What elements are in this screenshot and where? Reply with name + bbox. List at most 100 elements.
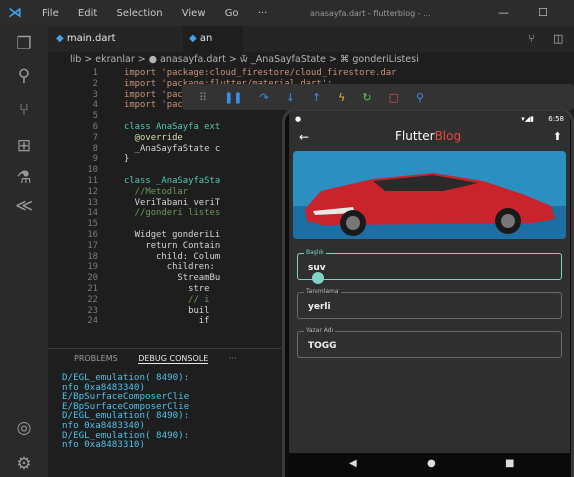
line-number: 14 xyxy=(87,208,98,219)
search-icon[interactable]: ⚲ xyxy=(12,64,36,88)
nav-back-icon[interactable]: ◀ xyxy=(349,458,357,469)
line-number: 20 xyxy=(87,273,98,284)
menu-more[interactable]: ··· xyxy=(258,8,268,19)
line-number: 17 xyxy=(87,240,98,251)
line-number: 5 xyxy=(92,111,98,122)
title-field[interactable]: Başlık suv xyxy=(297,249,562,284)
line-number: 7 xyxy=(92,132,98,143)
line-number: 19 xyxy=(87,262,98,273)
step-over-icon[interactable]: ↷ xyxy=(260,91,269,104)
tab-anasayfa-dart[interactable]: ◆ an xyxy=(183,26,243,52)
flutter-icon[interactable]: ≪ xyxy=(12,194,36,218)
hot-reload-icon[interactable]: ϟ xyxy=(338,91,345,104)
nav-recents-icon[interactable]: ■ xyxy=(505,458,514,469)
phone-status-bar: ● 6:58 ▾◢▮ xyxy=(289,111,570,127)
back-arrow-icon[interactable]: ← xyxy=(299,130,309,144)
code-text: class AnaSayfa ext xyxy=(124,121,221,132)
car-image-svg xyxy=(293,151,566,239)
code-text: class _AnaSayfaSta xyxy=(124,175,221,186)
app-bar: ← FlutterBlog ⬆ xyxy=(289,127,570,149)
step-into-icon[interactable]: ↓ xyxy=(286,91,295,104)
line-number: 2 xyxy=(92,78,98,89)
window-title: anasayfa.dart - flutterblog - ... xyxy=(310,8,431,18)
drag-handle-icon[interactable]: ⠿ xyxy=(199,91,207,104)
code-text: Widget gonderiLi xyxy=(124,229,221,240)
tab-label: main.dart xyxy=(66,33,116,44)
tab-problems[interactable]: PROBLEMS xyxy=(74,354,118,363)
line-number: 11 xyxy=(87,175,98,186)
author-field-value: TOGG xyxy=(308,341,337,351)
menu-file[interactable]: File xyxy=(42,8,59,19)
stop-icon[interactable]: □ xyxy=(389,91,399,104)
breadcrumb[interactable]: lib > ekranlar > ● anasayfa.dart > 🝃 _An… xyxy=(48,52,574,68)
line-number: 3 xyxy=(92,89,98,100)
status-time: 6:58 xyxy=(548,115,564,123)
tab-more[interactable]: ··· xyxy=(229,354,237,363)
line-number: 16 xyxy=(87,229,98,240)
upload-icon[interactable]: ⬆ xyxy=(553,130,562,143)
line-number: 1 xyxy=(92,68,98,78)
testing-icon[interactable]: ⚗ xyxy=(12,166,36,190)
title-bar: ⋊ File Edit Selection View Go ··· anasay… xyxy=(0,0,574,26)
code-text: buil xyxy=(124,305,210,316)
author-field[interactable]: Yazar Adı TOGG xyxy=(297,327,562,358)
app-title-part2: Blog xyxy=(434,129,462,143)
code-text: //gonderi listes xyxy=(124,208,221,219)
code-text: //Metodlar xyxy=(124,186,189,197)
line-number: 10 xyxy=(87,165,98,176)
devtools-search-icon[interactable]: ⚲ xyxy=(416,91,424,104)
line-number: 15 xyxy=(87,219,98,230)
settings-gear-icon[interactable]: ⚙ xyxy=(12,452,36,476)
line-number: 4 xyxy=(92,100,98,111)
split-editor-icon[interactable]: ⑂ xyxy=(528,26,535,52)
description-field[interactable]: Tanımlama yerli xyxy=(297,288,562,319)
menu-view[interactable]: View xyxy=(182,8,206,19)
minimize-icon[interactable]: — xyxy=(498,6,509,19)
tab-label: an xyxy=(199,33,213,44)
source-control-icon[interactable]: ⑂ xyxy=(12,98,36,122)
author-field-label: Yazar Adı xyxy=(304,327,336,334)
code-text: // i xyxy=(124,294,210,305)
restart-icon[interactable]: ↻ xyxy=(362,91,371,104)
line-number: 22 xyxy=(87,294,98,305)
phone-screen: ● 6:58 ▾◢▮ ← FlutterBlog ⬆ Başlık suv Ta… xyxy=(289,111,570,477)
code-line[interactable]: 1 import 'package:cloud_firestore/cloud_f… xyxy=(48,68,574,79)
line-number: 12 xyxy=(87,186,98,197)
line-number: 23 xyxy=(87,305,98,316)
maximize-icon[interactable]: ☐ xyxy=(538,6,548,19)
app-title: FlutterBlog xyxy=(395,129,461,143)
account-icon[interactable]: ◎ xyxy=(12,416,36,440)
description-field-value: yerli xyxy=(308,302,331,312)
extensions-icon[interactable]: ⊞ xyxy=(12,134,36,158)
tab-debug-console[interactable]: DEBUG CONSOLE xyxy=(138,354,209,364)
code-text: VeriTabani veriT xyxy=(124,197,221,208)
title-field-label: Başlık xyxy=(304,249,326,256)
phone-nav-bar: ◀ ● ■ xyxy=(289,453,570,477)
vscode-logo-icon: ⋊ xyxy=(8,5,22,21)
menu-edit[interactable]: Edit xyxy=(78,8,97,19)
code-text: stre xyxy=(124,283,210,294)
code-text: import 'package:cloud_firestore/cloud_fi… xyxy=(124,68,397,78)
line-number: 9 xyxy=(92,154,98,165)
line-number: 13 xyxy=(87,197,98,208)
app-title-part1: Flutter xyxy=(395,129,435,143)
dart-file-icon: ◆ xyxy=(189,33,197,44)
nav-home-icon[interactable]: ● xyxy=(427,458,436,469)
step-out-icon[interactable]: ↑ xyxy=(312,91,321,104)
tab-main-dart[interactable]: ◆ main.dart xyxy=(56,26,180,52)
explorer-icon[interactable]: ❐ xyxy=(12,32,36,56)
android-emulator: ● 6:58 ▾◢▮ ← FlutterBlog ⬆ Başlık suv Ta… xyxy=(282,108,574,477)
code-text: StreamBu xyxy=(124,273,221,284)
code-text: children: xyxy=(124,262,215,273)
code-text: return Contain xyxy=(124,240,221,251)
line-number: 21 xyxy=(87,283,98,294)
pause-icon[interactable]: ❚❚ xyxy=(224,91,242,104)
layout-icon[interactable]: ◫ xyxy=(553,26,563,52)
code-text: if xyxy=(124,316,210,327)
menu-selection[interactable]: Selection xyxy=(116,8,162,19)
menu-go[interactable]: Go xyxy=(225,8,239,19)
code-text: @override xyxy=(124,132,183,143)
dart-file-icon: ◆ xyxy=(56,33,64,44)
menu-bar: File Edit Selection View Go ··· xyxy=(42,8,283,19)
text-cursor-handle[interactable] xyxy=(312,272,324,284)
